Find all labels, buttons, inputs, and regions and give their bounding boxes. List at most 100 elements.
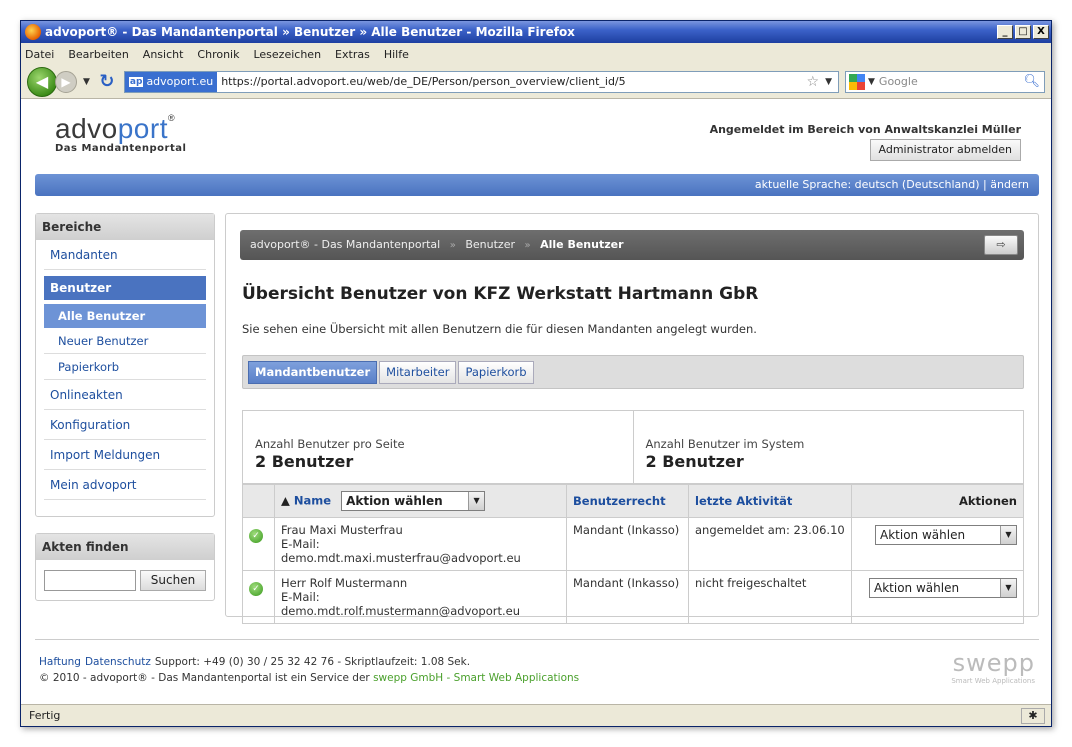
reload-button[interactable]: ↻ xyxy=(96,71,118,92)
minimize-button[interactable]: _ xyxy=(997,25,1013,39)
bookmark-star-icon[interactable]: ☆ xyxy=(807,74,820,90)
footer-haftung-link[interactable]: Haftung xyxy=(39,656,81,668)
table-row: ✓ Frau Maxi Musterfrau E-Mail: demo.mdt.… xyxy=(242,517,1024,571)
last-activity-column-header[interactable]: letzte Aktivität xyxy=(688,484,852,518)
breadcrumb-benutzer[interactable]: Benutzer xyxy=(465,238,515,251)
footer-swepp-link[interactable]: swepp GmbH - Smart Web Applications xyxy=(373,672,579,684)
site-identity-button[interactable]: ap advoport.eu xyxy=(124,71,218,92)
site-favicon: ap xyxy=(128,76,144,87)
menu-bar: Datei Bearbeiten Ansicht Chronik Lesezei… xyxy=(21,43,1051,65)
logout-button[interactable]: Administrator abmelden xyxy=(869,139,1021,161)
export-button[interactable]: ⇨ xyxy=(984,235,1018,255)
logo-text-advo: advo xyxy=(55,113,118,144)
menu-datei[interactable]: Datei xyxy=(25,48,54,61)
logo-text-port: port xyxy=(117,113,168,144)
close-button[interactable]: X xyxy=(1033,25,1049,39)
sidebar-item-mein-advoport[interactable]: Mein advoport xyxy=(44,470,206,500)
swepp-logo-tagline: Smart Web Applications xyxy=(951,677,1035,685)
search-input[interactable]: Google xyxy=(879,75,918,88)
chevron-down-icon: ▼ xyxy=(468,492,485,510)
footer-divider xyxy=(35,639,1039,640)
menu-ansicht[interactable]: Ansicht xyxy=(143,48,184,61)
user-name: Herr Rolf Mustermann xyxy=(281,576,408,590)
tab-mitarbeiter[interactable]: Mitarbeiter xyxy=(379,361,457,384)
sidebar-title: Bereiche xyxy=(36,214,214,240)
swepp-logo-text: swepp xyxy=(952,649,1035,677)
users-in-system-value: 2 Benutzer xyxy=(645,452,744,471)
language-bar[interactable]: aktuelle Sprache: deutsch (Deutschland) … xyxy=(35,174,1039,196)
benutzerrecht-column-header[interactable]: Benutzerrecht xyxy=(566,484,689,518)
status-bar: Fertig ✱ xyxy=(21,704,1051,726)
tab-papierkorb[interactable]: Papierkorb xyxy=(458,361,534,384)
sidebar-item-konfiguration[interactable]: Konfiguration xyxy=(44,410,206,440)
row-action-value: Aktion wählen xyxy=(874,581,960,595)
user-activity: angemeldet am: 23.06.10 xyxy=(688,517,852,571)
row-action-select[interactable]: Aktion wählen ▼ xyxy=(875,525,1017,545)
footer-support: Support: +49 (0) 30 / 25 32 42 76 - Skri… xyxy=(154,656,471,668)
url-text[interactable]: https://portal.advoport.eu/web/de_DE/Per… xyxy=(221,75,800,88)
advoport-logo[interactable]: advoport® Das Mandantenportal xyxy=(55,113,186,154)
search-engine-dropdown-icon[interactable]: ▼ xyxy=(868,77,875,87)
find-files-button[interactable]: Suchen xyxy=(140,570,206,591)
site-identity-label: advoport.eu xyxy=(146,75,214,88)
search-icon[interactable]: 🔍︎ xyxy=(1023,74,1040,89)
history-dropdown-icon[interactable]: ▼ xyxy=(83,77,90,87)
reload-icon: ↻ xyxy=(99,71,115,92)
sidebar-item-onlineakten[interactable]: Onlineakten xyxy=(44,380,206,410)
url-bar[interactable]: ap advoport.eu https://portal.advoport.eu… xyxy=(123,70,839,93)
user-activity: nicht freigeschaltet xyxy=(688,570,852,624)
footer-datenschutz-link[interactable]: Datenschutz xyxy=(85,656,151,668)
title-bar: advoport® - Das Mandantenportal » Benutz… xyxy=(21,21,1051,43)
main-panel: advoport® - Das Mandantenportal » Benutz… xyxy=(225,213,1039,624)
active-check-icon: ✓ xyxy=(249,529,263,543)
menu-bearbeiten[interactable]: Bearbeiten xyxy=(68,48,128,61)
status-text: Fertig xyxy=(29,709,61,722)
bulk-action-select[interactable]: Aktion wählen ▼ xyxy=(341,491,486,511)
arrow-right-icon: ▶ xyxy=(61,74,71,89)
swepp-logo[interactable]: swepp Smart Web Applications xyxy=(951,649,1035,685)
find-files-input[interactable] xyxy=(44,570,136,591)
actions-column-header: Aktionen xyxy=(851,484,1024,518)
user-name: Frau Maxi Musterfrau xyxy=(281,523,403,537)
search-bar[interactable]: ▼ Google 🔍︎ xyxy=(845,70,1045,93)
row-action-select[interactable]: Aktion wählen ▼ xyxy=(869,578,1017,598)
sidebar-item-benutzer[interactable]: Benutzer xyxy=(44,276,206,300)
logo-registered: ® xyxy=(167,113,176,123)
menu-hilfe[interactable]: Hilfe xyxy=(384,48,409,61)
users-per-page-value: 2 Benutzer xyxy=(255,452,354,471)
back-button[interactable]: ◀ xyxy=(27,66,57,97)
window-title: advoport® - Das Mandantenportal » Benutz… xyxy=(45,25,575,39)
sidebar-item-neuer-benutzer[interactable]: Neuer Benutzer xyxy=(44,328,206,354)
find-files-title: Akten finden xyxy=(36,534,214,560)
row-action-value: Aktion wählen xyxy=(880,528,966,542)
breadcrumb-current: Alle Benutzer xyxy=(540,238,624,251)
tab-mandantbenutzer[interactable]: Mandantbenutzer xyxy=(248,361,378,384)
chevron-down-icon: ▼ xyxy=(1000,526,1016,544)
sidebar-item-alle-benutzer[interactable]: Alle Benutzer xyxy=(44,304,206,328)
sidebar-item-papierkorb[interactable]: Papierkorb xyxy=(44,354,206,380)
sidebar-item-import-meldungen[interactable]: Import Meldungen xyxy=(44,440,206,470)
menu-extras[interactable]: Extras xyxy=(335,48,370,61)
sort-asc-icon[interactable]: ▲ xyxy=(281,494,290,508)
menu-lesezeichen[interactable]: Lesezeichen xyxy=(253,48,321,61)
google-icon[interactable] xyxy=(849,73,865,90)
sidebar-item-mandanten[interactable]: Mandanten xyxy=(44,240,206,270)
url-dropdown-icon[interactable]: ▼ xyxy=(825,77,832,87)
login-info: Angemeldet im Bereich von Anwaltskanzlei… xyxy=(709,123,1021,136)
menu-chronik[interactable]: Chronik xyxy=(197,48,239,61)
find-files-box: Akten finden Suchen xyxy=(35,533,215,601)
user-email: E-Mail: demo.mdt.rolf.mustermann@advopor… xyxy=(281,590,521,618)
name-column-header: ▲ Name Aktion wählen ▼ xyxy=(274,484,567,518)
addon-bar-icon[interactable]: ✱ xyxy=(1021,708,1045,724)
breadcrumb-home[interactable]: advoport® - Das Mandantenportal xyxy=(250,238,440,251)
bulk-action-value: Aktion wählen xyxy=(346,494,443,508)
name-sort-link[interactable]: Name xyxy=(294,494,331,508)
stats-panel: Anzahl Benutzer pro Seite 2 Benutzer Anz… xyxy=(242,410,1024,484)
user-right: Mandant (Inkasso) xyxy=(566,517,689,571)
tab-bar: Mandantbenutzer Mitarbeiter Papierkorb xyxy=(242,355,1024,389)
maximize-button[interactable]: □ xyxy=(1015,25,1031,39)
user-email: E-Mail: demo.mdt.maxi.musterfrau@advopor… xyxy=(281,537,521,565)
export-icon: ⇨ xyxy=(996,238,1006,251)
page-content: advoport® Das Mandantenportal Angemeldet… xyxy=(21,99,1051,704)
forward-button[interactable]: ▶ xyxy=(55,70,77,93)
